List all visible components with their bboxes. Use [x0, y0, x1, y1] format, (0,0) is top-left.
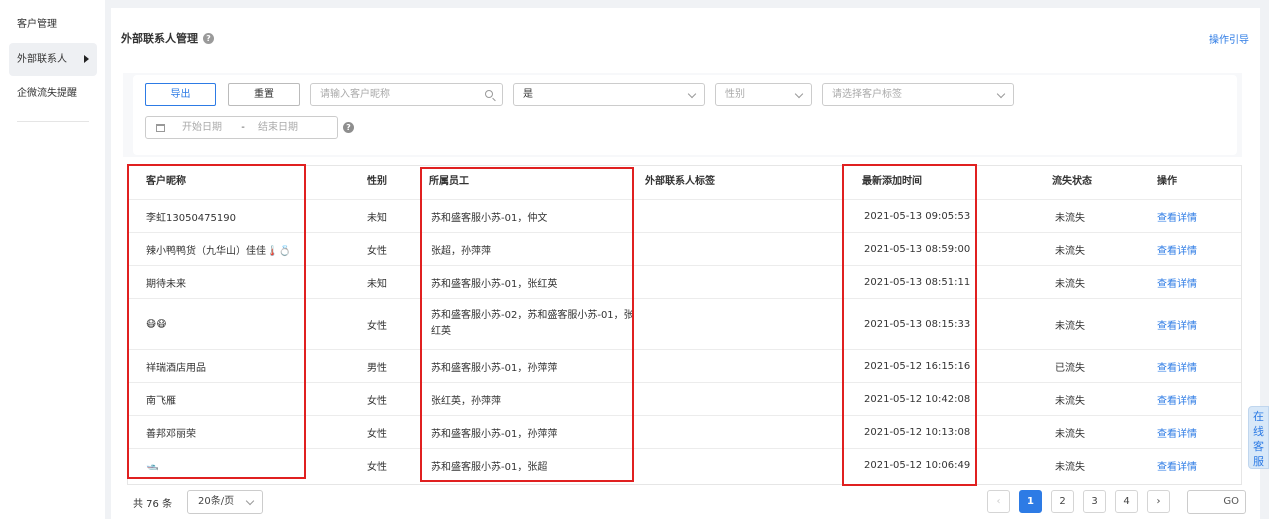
sidebar-item-label: 企微流失提醒 — [17, 88, 77, 99]
page-button-1[interactable]: 1 — [1019, 490, 1042, 513]
sidebar: 客户管理 外部联系人 企微流失提醒 — [0, 0, 105, 519]
export-button[interactable]: 导出 — [145, 83, 216, 106]
page-size-value: 20条/页 — [198, 496, 235, 507]
online-service-tab[interactable]: 在线客服 — [1248, 406, 1269, 469]
cell-churn-status: 未流失 — [1055, 428, 1085, 440]
cell-churn-status: 已流失 — [1055, 362, 1085, 374]
annotation-box-nickname — [127, 164, 306, 479]
cell-gender: 未知 — [367, 212, 387, 224]
column-header-tags[interactable]: 外部联系人标签 — [645, 166, 715, 198]
date-separator: - — [241, 122, 245, 133]
operation-guide-link[interactable]: 操作引导 — [1209, 31, 1249, 46]
nickname-search-input[interactable]: 请输入客户昵称 — [310, 83, 503, 106]
cell-gender: 女性 — [367, 395, 387, 407]
sidebar-item-label: 客户管理 — [17, 19, 57, 30]
chevron-down-icon — [794, 89, 804, 99]
date-end-placeholder: 结束日期 — [257, 122, 298, 133]
cell-gender: 女性 — [367, 245, 387, 257]
tag-placeholder: 请选择客户标签 — [832, 89, 902, 100]
page-title: 外部联系人管理? — [121, 30, 214, 46]
sidebar-item-external-contacts[interactable]: 外部联系人 — [9, 43, 97, 76]
page-size-select[interactable]: 20条/页 — [187, 490, 263, 514]
gender-placeholder: 性别 — [725, 89, 745, 100]
goto-page-input[interactable]: GO — [1187, 490, 1246, 514]
view-details-link[interactable]: 查看详情 — [1157, 266, 1197, 298]
view-details-link[interactable]: 查看详情 — [1157, 383, 1197, 415]
sidebar-item-churn-reminder[interactable]: 企微流失提醒 — [9, 77, 97, 110]
calendar-icon — [156, 124, 165, 132]
date-help-icon[interactable]: ? — [343, 122, 354, 133]
cell-gender: 女性 — [367, 428, 387, 440]
annotation-box-staff — [420, 167, 634, 482]
cell-gender: 未知 — [367, 278, 387, 290]
filter-panel: 导出 重置 请输入客户昵称 是 性别 请选择客户标签 开始日期 - 结束日期 ? — [123, 73, 1242, 157]
page-button-3[interactable]: 3 — [1083, 490, 1106, 513]
total-count: 共 76 条 — [133, 499, 173, 510]
customer-tag-select[interactable]: 请选择客户标签 — [822, 83, 1014, 106]
cell-gender: 女性 — [367, 461, 387, 473]
date-range-picker[interactable]: 开始日期 - 结束日期 — [145, 116, 338, 139]
page-button-2[interactable]: 2 — [1051, 490, 1074, 513]
search-icon — [485, 90, 493, 98]
cell-churn-status: 未流失 — [1055, 245, 1085, 257]
yes-select-value: 是 — [523, 89, 533, 100]
column-header-churn-status[interactable]: 流失状态 — [1052, 166, 1092, 198]
view-details-link[interactable]: 查看详情 — [1157, 233, 1197, 265]
view-details-link[interactable]: 查看详情 — [1157, 416, 1197, 448]
gender-select[interactable]: 性别 — [715, 83, 812, 106]
caret-right-icon — [84, 55, 89, 63]
chevron-down-icon — [245, 496, 255, 506]
cell-churn-status: 未流失 — [1055, 212, 1085, 224]
prev-page-button[interactable]: ‹ — [987, 490, 1010, 513]
cell-gender: 男性 — [367, 362, 387, 374]
view-details-link[interactable]: 查看详情 — [1157, 449, 1197, 481]
cell-churn-status: 未流失 — [1055, 395, 1085, 407]
date-start-placeholder: 开始日期 — [182, 122, 222, 133]
annotation-box-added-time — [842, 164, 977, 486]
sidebar-item-label: 外部联系人 — [17, 54, 67, 65]
cell-gender: 女性 — [367, 320, 387, 332]
help-icon[interactable]: ? — [203, 33, 214, 44]
column-header-action[interactable]: 操作 — [1157, 166, 1177, 198]
chevron-down-icon — [996, 89, 1006, 99]
page-button-4[interactable]: 4 — [1115, 490, 1138, 513]
view-details-link[interactable]: 查看详情 — [1157, 200, 1197, 232]
column-header-gender[interactable]: 性别 — [367, 166, 387, 198]
cell-churn-status: 未流失 — [1055, 278, 1085, 290]
search-placeholder: 请输入客户昵称 — [320, 89, 390, 100]
yes-select[interactable]: 是 — [513, 83, 705, 106]
filter-card: 导出 重置 请输入客户昵称 是 性别 请选择客户标签 开始日期 - 结束日期 ? — [133, 75, 1237, 155]
online-service-label: 在线客服 — [1253, 410, 1264, 468]
cell-churn-status: 未流失 — [1055, 461, 1085, 473]
page-title-text: 外部联系人管理 — [121, 32, 198, 45]
chevron-down-icon — [687, 89, 697, 99]
view-details-link[interactable]: 查看详情 — [1157, 299, 1197, 349]
cell-churn-status: 未流失 — [1055, 320, 1085, 332]
reset-button[interactable]: 重置 — [228, 83, 300, 106]
sidebar-item-customer-management[interactable]: 客户管理 — [9, 8, 97, 41]
next-page-button[interactable]: › — [1147, 490, 1170, 513]
view-details-link[interactable]: 查看详情 — [1157, 350, 1197, 382]
sidebar-divider — [17, 121, 89, 122]
